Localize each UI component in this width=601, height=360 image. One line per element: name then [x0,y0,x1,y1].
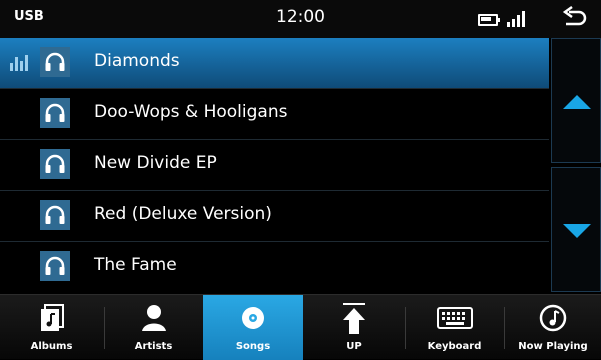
triangle-up-icon [563,95,591,109]
tab-albums[interactable]: Albums [0,295,103,360]
tab-keyboard[interactable]: Keyboard [406,295,503,360]
tab-label: UP [346,341,362,352]
song-row[interactable]: Diamonds [0,38,549,89]
tab-label: Now Playing [518,341,588,352]
song-row[interactable]: New Divide EP [0,140,549,191]
triangle-down-icon [563,224,591,238]
tab-artists[interactable]: Artists [105,295,202,360]
now-playing-equalizer-icon [10,55,32,71]
song-row[interactable]: Red (Deluxe Version) [0,191,549,242]
song-row[interactable]: Doo-Wops & Hooligans [0,89,549,140]
song-row[interactable]: The Fame [0,242,549,292]
up-arrow-icon [343,303,365,334]
headphones-icon [40,200,70,230]
scroll-up-button[interactable] [551,38,601,163]
tab-label: Artists [134,341,173,352]
headphones-icon [40,47,70,77]
headphones-icon [40,98,70,128]
album-icon [40,304,64,331]
tab-songs[interactable]: Songs [203,295,303,360]
song-title: Doo-Wops & Hooligans [94,102,288,122]
keyboard-icon [436,307,473,329]
signal-icon [507,11,527,27]
headphones-icon [40,149,70,179]
song-list: Diamonds Doo-Wops & Hooligans New Divide… [0,38,549,292]
song-title: Red (Deluxe Version) [94,204,272,224]
battery-icon [478,14,500,26]
tab-bar: Albums Artists Songs UP Keyboard Now Pla… [0,294,601,360]
person-icon [141,305,166,331]
scroll-down-button[interactable] [551,167,601,292]
disc-icon [242,307,264,329]
tab-now-playing[interactable]: Now Playing [505,295,601,360]
back-icon[interactable] [560,6,588,32]
music-note-icon [539,304,567,332]
tab-label: Keyboard [427,341,482,352]
song-title: New Divide EP [94,153,217,173]
song-title: Diamonds [94,51,180,71]
tab-up[interactable]: UP [304,295,404,360]
song-title: The Fame [94,255,177,275]
status-bar: USB 12:00 [0,0,601,38]
tab-label: Albums [30,341,73,352]
tab-label: Songs [235,341,271,352]
headphones-icon [40,251,70,281]
